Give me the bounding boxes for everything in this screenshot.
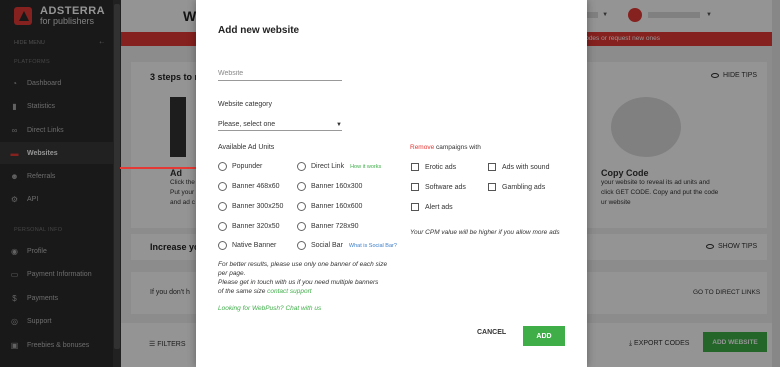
campaign-alert-ads[interactable]: Alert ads [411, 203, 453, 211]
note-line: of the same size [218, 288, 268, 295]
how-it-works-link[interactable]: How it works [350, 164, 381, 170]
campaign-ads-with-sound[interactable]: Ads with sound [488, 163, 549, 171]
ad-unit-label: Banner 468x60 [232, 183, 280, 190]
ad-unit-banner-728x90[interactable]: Banner 728x90 [297, 222, 358, 231]
campaign-label: Ads with sound [502, 163, 550, 171]
ad-unit-social-bar[interactable]: Social Bar What is Social Bar? [297, 241, 397, 250]
checkbox[interactable] [411, 203, 419, 211]
campaign-erotic-ads[interactable]: Erotic ads [411, 163, 456, 171]
category-select[interactable]: Please, select one ▼ [218, 119, 342, 131]
campaign-label: Alert ads [425, 203, 453, 211]
ad-unit-banner-160x300[interactable]: Banner 160x300 [297, 182, 362, 191]
ad-unit-direct-link[interactable]: Direct Link How it works [297, 162, 381, 171]
ad-unit-banner-300x250[interactable]: Banner 300x250 [218, 202, 283, 211]
campaign-label: Gambling ads [502, 183, 546, 191]
ad-unit-banner-468x60[interactable]: Banner 468x60 [218, 182, 279, 191]
radio-button[interactable] [297, 182, 306, 191]
radio-button[interactable] [297, 162, 306, 171]
campaign-gambling-ads[interactable]: Gambling ads [488, 183, 545, 191]
webpush-chat-link[interactable]: Looking for WebPush? Chat with us [218, 304, 321, 313]
remove-word: Remove [410, 144, 435, 151]
ad-unit-banner-160x600[interactable]: Banner 160x600 [297, 202, 362, 211]
remove-campaigns-label: Remove campaigns with [410, 144, 481, 151]
ad-unit-label: Banner 300x250 [232, 203, 284, 210]
ad-unit-label: Direct Link [311, 163, 345, 170]
modal-title: Add new website [218, 25, 300, 36]
website-input-underline [218, 80, 342, 81]
radio-button[interactable] [297, 241, 306, 250]
checkbox[interactable] [411, 183, 419, 191]
ad-unit-label: Banner 728x90 [311, 223, 359, 230]
contact-support-link[interactable]: contact support [267, 288, 311, 295]
banner-note: For better results, please use only one … [218, 260, 387, 296]
cpm-note: Your CPM value will be higher if you all… [410, 229, 560, 236]
radio-button[interactable] [218, 241, 227, 250]
ad-unit-label: Social Bar [311, 242, 343, 249]
note-line: per page. [218, 270, 246, 277]
note-line: Please get in touch with us if you need … [218, 279, 379, 286]
remove-rest: campaigns with [434, 144, 481, 151]
category-select-value: Please, select one [218, 121, 276, 128]
ad-unit-label: Banner 320x50 [232, 223, 280, 230]
cancel-button[interactable]: CANCEL [477, 329, 506, 336]
ad-unit-label: Native Banner [232, 242, 277, 249]
ad-unit-label: Banner 160x300 [311, 183, 363, 190]
ad-unit-label: Popunder [232, 163, 263, 170]
radio-button[interactable] [218, 222, 227, 231]
ad-unit-label: Banner 160x600 [311, 203, 363, 210]
what-is-social-bar-link[interactable]: What is Social Bar? [349, 243, 397, 249]
campaign-label: Erotic ads [425, 163, 457, 171]
add-button[interactable]: ADD [523, 326, 565, 346]
ad-unit-popunder[interactable]: Popunder [218, 162, 262, 171]
ad-unit-native-banner[interactable]: Native Banner [218, 241, 276, 250]
radio-button[interactable] [297, 202, 306, 211]
campaign-software-ads[interactable]: Software ads [411, 183, 466, 191]
chevron-down-icon: ▼ [336, 121, 342, 128]
checkbox[interactable] [411, 163, 419, 171]
website-url-input[interactable] [218, 66, 342, 80]
ad-units-label: Available Ad Units [218, 144, 275, 151]
campaign-label: Software ads [425, 183, 466, 191]
radio-button[interactable] [218, 182, 227, 191]
checkbox[interactable] [488, 163, 496, 171]
checkbox[interactable] [488, 183, 496, 191]
add-website-modal: Add new website Website category Please,… [196, 0, 587, 367]
radio-button[interactable] [218, 162, 227, 171]
ad-unit-banner-320x50[interactable]: Banner 320x50 [218, 222, 279, 231]
radio-button[interactable] [218, 202, 227, 211]
category-label: Website category [218, 101, 272, 108]
note-line: For better results, please use only one … [218, 261, 388, 268]
radio-button[interactable] [297, 222, 306, 231]
